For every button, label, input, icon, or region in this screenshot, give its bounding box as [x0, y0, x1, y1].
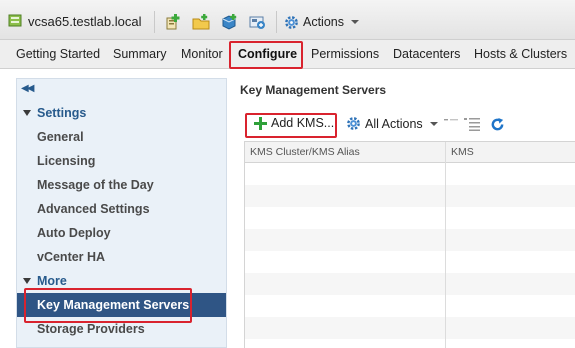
table-row — [245, 229, 575, 251]
list-view-icon[interactable] — [464, 118, 480, 131]
more-group-header[interactable]: More — [23, 274, 67, 288]
column-divider — [445, 142, 446, 348]
title-bar: vcsa65.testlab.local Actions — [0, 0, 575, 40]
chevron-down-icon — [429, 121, 438, 126]
actions-label: Actions — [303, 15, 344, 29]
toolbar-separator — [276, 11, 277, 33]
sidebar-item-advanced-settings[interactable]: Advanced Settings — [37, 202, 150, 216]
toolbar-separator — [154, 11, 155, 33]
chevron-down-icon — [351, 20, 359, 24]
expand-triangle-icon — [23, 110, 31, 116]
settings-group-header[interactable]: Settings — [23, 106, 86, 120]
tab-hosts-clusters[interactable]: Hosts & Clusters — [474, 47, 567, 61]
table-row — [245, 273, 575, 295]
actions-menu[interactable]: Actions — [284, 13, 359, 31]
new-vm-icon[interactable] — [220, 13, 238, 31]
sidebar-item-general[interactable]: General — [37, 130, 84, 144]
object-title: vcsa65.testlab.local — [28, 14, 142, 29]
table-row — [245, 317, 575, 339]
tab-monitor[interactable]: Monitor — [181, 47, 223, 61]
collapse-sidebar-icon[interactable]: ◀◀ — [21, 83, 34, 94]
refresh-icon[interactable] — [490, 117, 505, 132]
vcenter-host-icon — [8, 14, 22, 27]
tab-permissions[interactable]: Permissions — [311, 47, 379, 61]
deploy-ovf-icon[interactable] — [248, 13, 266, 31]
configure-tab-highlight — [229, 41, 303, 69]
all-actions-menu[interactable]: All Actions — [346, 116, 438, 131]
page-title: Key Management Servers — [240, 83, 387, 97]
new-folder-icon[interactable] — [192, 13, 210, 31]
tab-datacenters[interactable]: Datacenters — [393, 47, 460, 61]
gear-icon — [285, 15, 298, 29]
table-row — [245, 185, 575, 207]
add-kms-highlight — [245, 113, 337, 138]
settings-group-label: Settings — [37, 106, 87, 120]
set-default-cluster-icon[interactable] — [444, 118, 458, 130]
table-header: KMS Cluster/KMS Alias KMS — [245, 142, 575, 163]
tab-getting-started[interactable]: Getting Started — [16, 47, 100, 61]
expand-triangle-icon — [23, 278, 31, 284]
more-group-label: More — [37, 274, 67, 288]
sidebar-item-auto-deploy[interactable]: Auto Deploy — [37, 226, 111, 240]
column-header-kms[interactable]: KMS — [451, 146, 474, 158]
sidebar-item-storage-providers[interactable]: Storage Providers — [37, 322, 145, 336]
gear-icon — [347, 117, 360, 130]
sidebar-item-licensing[interactable]: Licensing — [37, 154, 95, 168]
sidebar-item-message-of-the-day[interactable]: Message of the Day — [37, 178, 154, 192]
sidebar-item-vcenter-ha[interactable]: vCenter HA — [37, 250, 105, 264]
kms-nav-highlight — [24, 288, 192, 323]
add-host-icon[interactable] — [164, 13, 182, 31]
kms-table: KMS Cluster/KMS Alias KMS — [244, 141, 575, 348]
column-header-kms-cluster-alias[interactable]: KMS Cluster/KMS Alias — [250, 146, 360, 158]
all-actions-label: All Actions — [365, 116, 423, 131]
tab-summary[interactable]: Summary — [113, 47, 166, 61]
